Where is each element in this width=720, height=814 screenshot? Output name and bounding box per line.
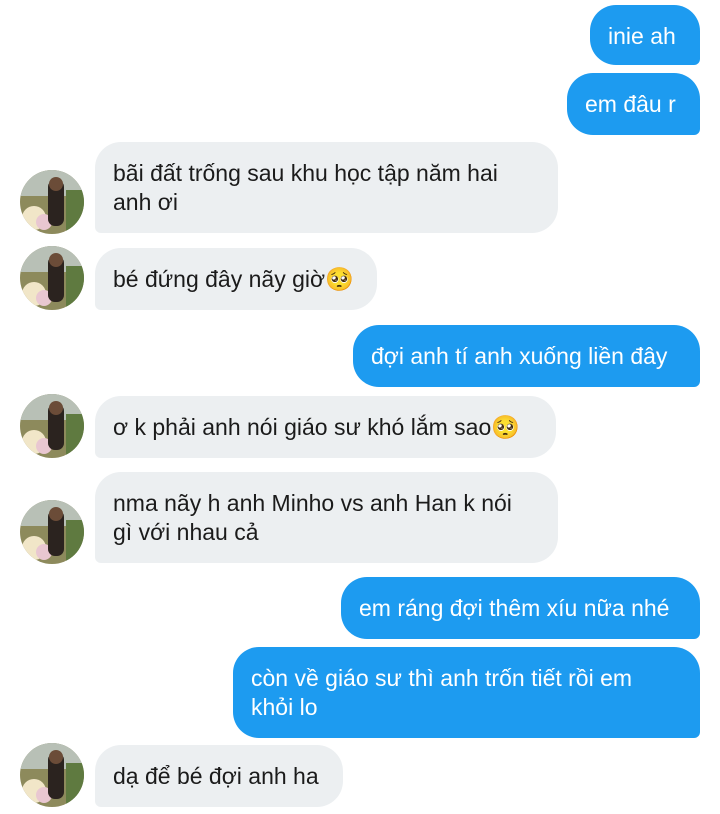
sent-message-bubble[interactable]: inie ah bbox=[590, 5, 700, 65]
received-message-bubble[interactable]: bãi đất trống sau khu học tập năm hai an… bbox=[95, 142, 558, 233]
received-message-bubble[interactable]: dạ để bé đợi anh ha bbox=[95, 745, 343, 807]
received-message-bubble[interactable]: nma nãy h anh Minho vs anh Han k nói gì … bbox=[95, 472, 558, 563]
received-message-bubble[interactable]: ơ k phải anh nói giáo sư khó lắm sao🥺 bbox=[95, 396, 556, 458]
profile-photo-icon[interactable] bbox=[20, 743, 84, 807]
profile-photo-icon[interactable] bbox=[20, 500, 84, 564]
profile-photo-icon[interactable] bbox=[20, 394, 84, 458]
sent-message-bubble[interactable]: còn về giáo sư thì anh trốn tiết rồi em … bbox=[233, 647, 700, 738]
sent-message-bubble[interactable]: đợi anh tí anh xuống liền đây bbox=[353, 325, 700, 387]
profile-photo-icon[interactable] bbox=[20, 246, 84, 310]
sent-message-bubble[interactable]: em ráng đợi thêm xíu nữa nhé bbox=[341, 577, 700, 639]
received-message-bubble[interactable]: bé đứng đây nãy giờ🥺 bbox=[95, 248, 377, 310]
sent-message-bubble[interactable]: em đâu r bbox=[567, 73, 700, 135]
profile-photo-icon[interactable] bbox=[20, 170, 84, 234]
